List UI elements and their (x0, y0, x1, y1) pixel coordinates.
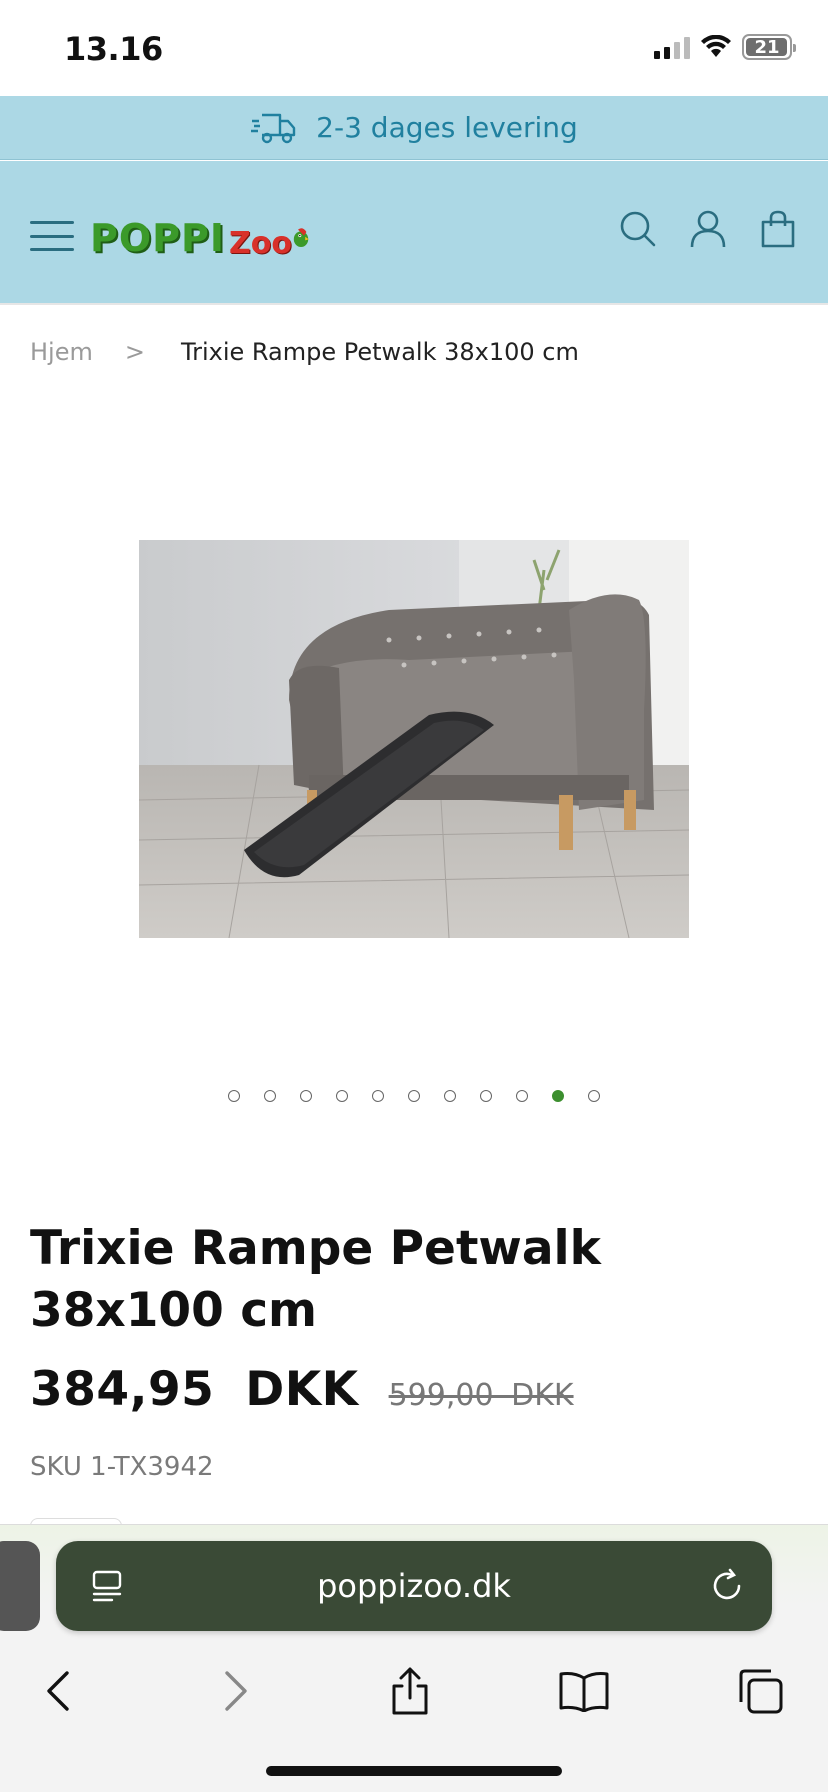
product-photo-ramp-sofa (139, 540, 689, 938)
gallery-dot-9[interactable] (516, 1090, 528, 1102)
gallery-dot-8[interactable] (480, 1090, 492, 1102)
header-actions (618, 209, 798, 249)
url-text: poppizoo.dk (317, 1567, 511, 1605)
cart-button[interactable] (758, 209, 798, 249)
gallery-dot-4[interactable] (336, 1090, 348, 1102)
product-image[interactable] (139, 540, 689, 938)
gallery-dot-3[interactable] (300, 1090, 312, 1102)
previous-tab-preview[interactable] (0, 1541, 40, 1631)
delivery-text: 2-3 dages levering (316, 111, 578, 144)
search-icon (620, 211, 656, 247)
menu-icon-bar (30, 248, 74, 251)
delivery-banner: 2-3 dages levering (0, 96, 828, 160)
logo-parrot-icon (293, 228, 309, 248)
menu-icon-bar (30, 234, 74, 238)
breadcrumb-separator: > (124, 338, 145, 366)
share-button[interactable] (380, 1661, 440, 1721)
home-indicator[interactable] (266, 1766, 562, 1776)
menu-icon-bar (30, 221, 74, 224)
browser-toolbar: poppizoo.dk (0, 1524, 828, 1792)
breadcrumb: Hjem > Trixie Rampe Petwalk 38x100 cm (30, 338, 579, 366)
status-icons: 21 (654, 34, 796, 60)
browser-nav-row (0, 1653, 828, 1733)
status-time: 13.16 (64, 30, 163, 68)
product-title: Trixie Rampe Petwalk 38x100 cm (30, 1221, 601, 1338)
logo-text-zoo: Zoo (229, 225, 292, 261)
original-price: 599,00 DKK (388, 1378, 574, 1413)
status-bar: 13.16 21 (0, 0, 828, 96)
forward-button[interactable] (206, 1661, 266, 1721)
menu-button[interactable] (30, 221, 74, 251)
product-sku: SKU 1-TX3942 (30, 1452, 214, 1482)
breadcrumb-current: Trixie Rampe Petwalk 38x100 cm (180, 338, 579, 366)
gallery-dot-6[interactable] (408, 1090, 420, 1102)
gallery-dots (0, 1090, 828, 1102)
battery-level: 21 (754, 36, 780, 58)
tabs-icon (739, 1669, 783, 1714)
gallery-dot-10[interactable] (552, 1090, 564, 1102)
battery-icon: 21 (742, 34, 796, 60)
breadcrumb-home-link[interactable]: Hjem (30, 338, 93, 366)
bookmarks-button[interactable] (554, 1661, 614, 1721)
site-header: POPPI Zoo (0, 161, 828, 305)
gallery-dot-2[interactable] (264, 1090, 276, 1102)
gallery-dot-11[interactable] (588, 1090, 600, 1102)
page-menu-icon[interactable] (90, 1569, 124, 1603)
gallery-dot-7[interactable] (444, 1090, 456, 1102)
account-button[interactable] (688, 209, 728, 249)
bookmarks-icon (559, 1672, 609, 1712)
share-icon (392, 1667, 428, 1715)
site-logo[interactable]: POPPI Zoo (90, 211, 310, 265)
cart-icon (761, 210, 795, 248)
forward-icon (225, 1671, 247, 1711)
gallery-dot-5[interactable] (372, 1090, 384, 1102)
account-icon (690, 210, 726, 248)
logo-text-poppi: POPPI (90, 216, 225, 260)
back-button[interactable] (28, 1661, 88, 1721)
current-price: 384,95 DKK (30, 1362, 359, 1417)
wifi-icon (701, 35, 731, 57)
address-bar[interactable]: poppizoo.dk (56, 1541, 772, 1631)
delivery-truck-icon (251, 113, 296, 143)
reload-icon[interactable] (708, 1567, 746, 1605)
tabs-button[interactable] (730, 1661, 790, 1721)
search-button[interactable] (618, 209, 658, 249)
back-icon (47, 1671, 69, 1711)
cellular-signal-icon (654, 35, 690, 59)
price-row: 384,95 DKK 599,00 DKK (30, 1362, 574, 1417)
gallery-dot-1[interactable] (228, 1090, 240, 1102)
